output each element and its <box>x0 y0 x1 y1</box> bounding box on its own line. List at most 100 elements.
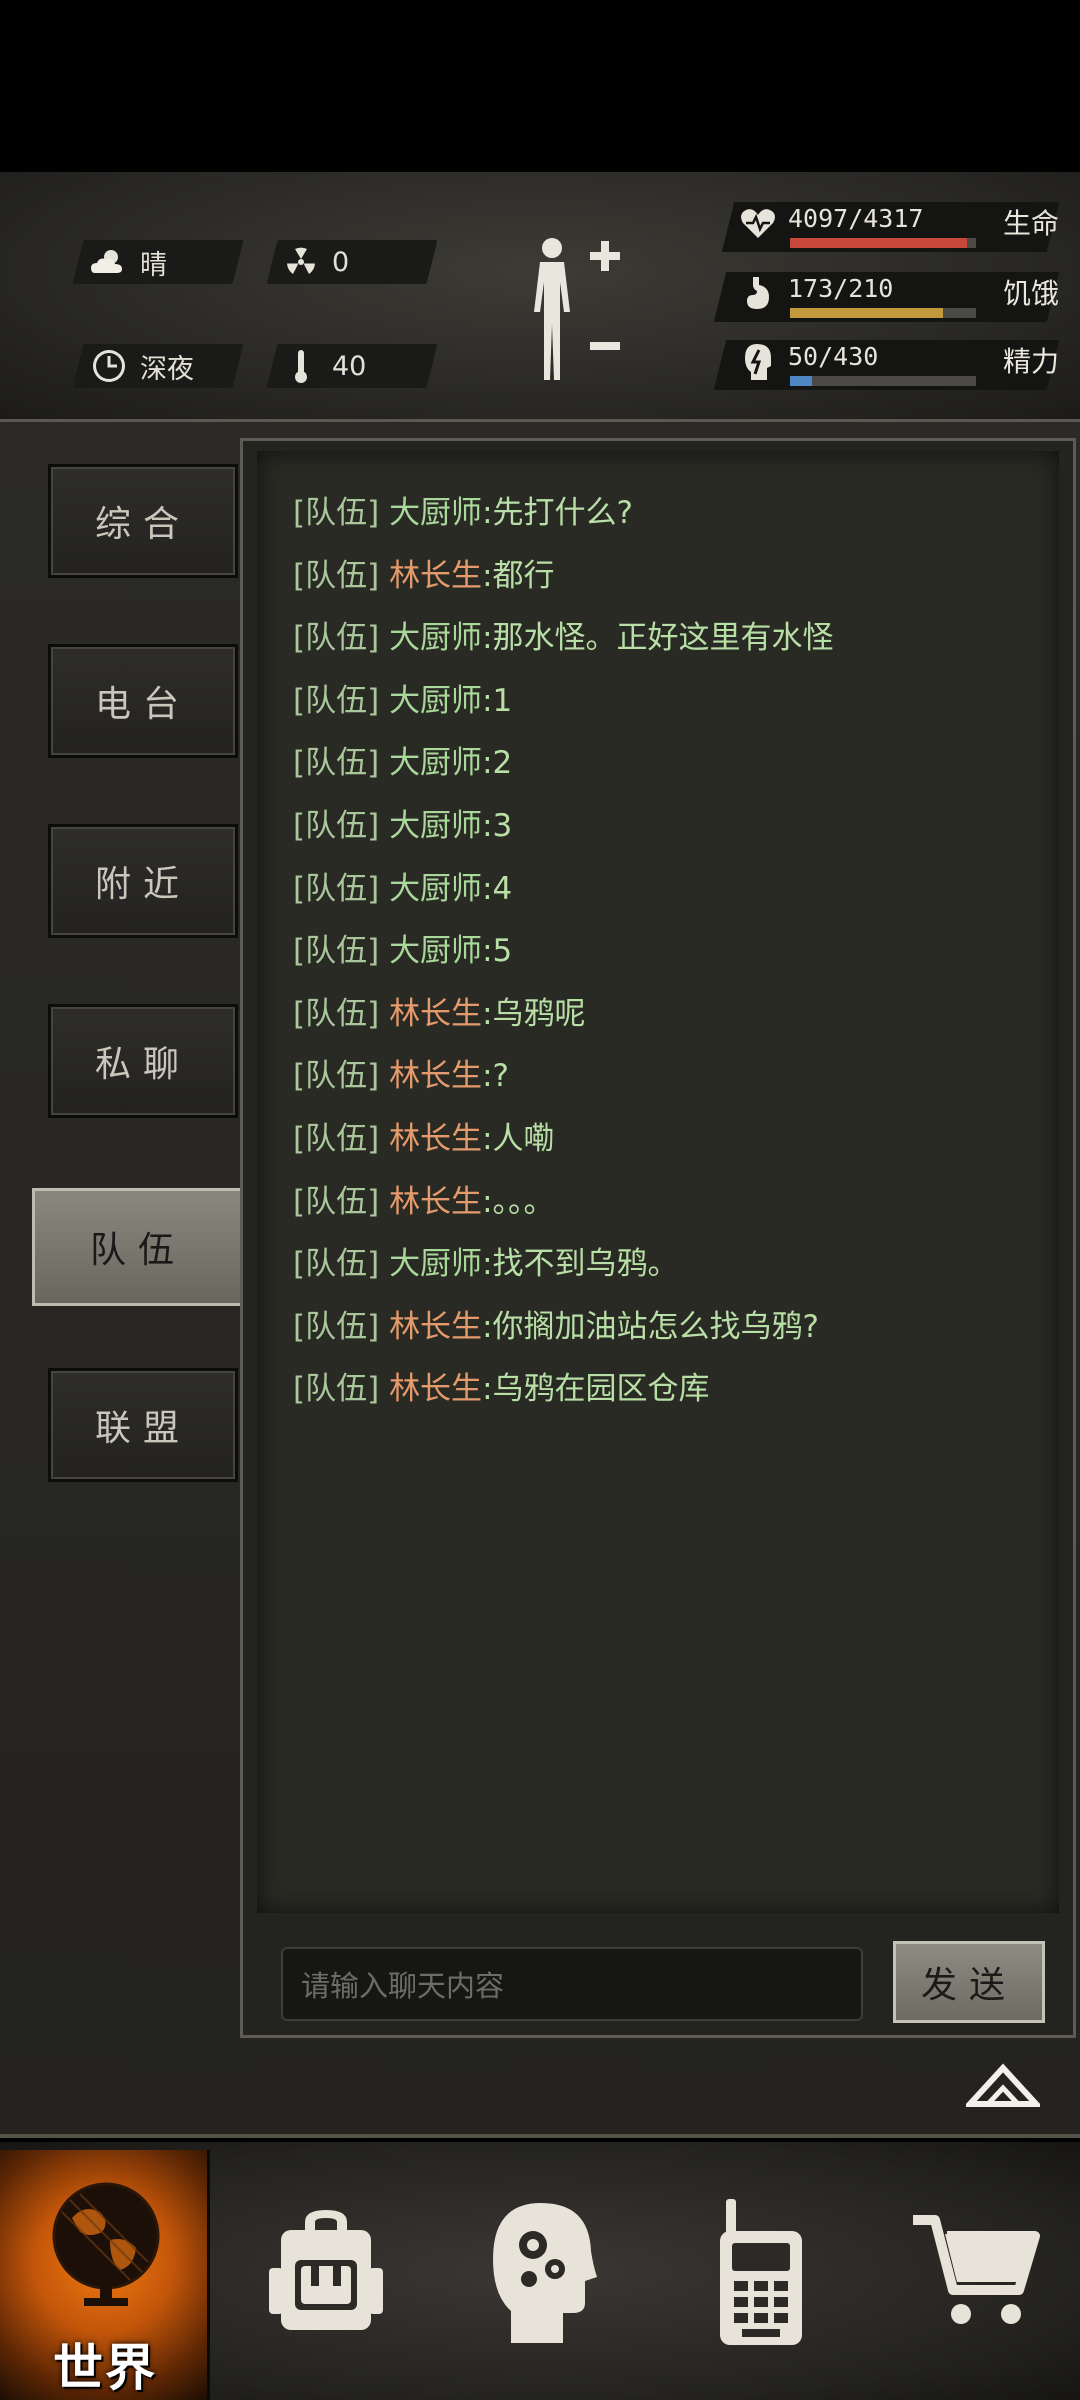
message-channel-tag: [队伍] <box>293 495 380 531</box>
chat-message: [队伍] 大厨师:2 <box>293 737 512 782</box>
body-figure-icon <box>534 238 620 380</box>
thermometer-icon <box>278 344 324 388</box>
tab-private[interactable]: 私聊 <box>48 1004 238 1118</box>
chat-message: [队伍] 林长生:? <box>293 1050 509 1095</box>
message-text: :乌鸦呢 <box>482 995 586 1032</box>
message-text: :? <box>482 1058 509 1095</box>
message-text: :。。。 <box>482 1183 555 1220</box>
tab-nearby[interactable]: 附近 <box>48 824 238 938</box>
message-channel-tag: [队伍] <box>293 1183 380 1220</box>
message-text: :4 <box>482 870 513 907</box>
chat-message: [队伍] 林长生:都行 <box>293 550 555 595</box>
message-sender[interactable]: 大厨师 <box>389 1246 482 1282</box>
health-bar-fill <box>790 238 967 248</box>
message-text: :先打什么? <box>482 495 633 531</box>
message-channel-tag: [队伍] <box>293 1371 380 1408</box>
message-sender[interactable]: 林长生 <box>389 1121 482 1157</box>
hunger-bar-fill <box>790 308 944 318</box>
message-text: :2 <box>482 745 513 782</box>
message-channel-tag: [队伍] <box>293 933 380 970</box>
nav-shop[interactable] <box>906 2182 1046 2362</box>
weather-text: 晴 <box>140 249 167 281</box>
bottom-nav: 世界 <box>0 2142 1080 2400</box>
hunger-value: 173/210 <box>788 274 894 303</box>
message-text: :5 <box>482 933 513 970</box>
clock-icon <box>86 344 132 388</box>
message-channel-tag: [队伍] <box>293 1121 380 1157</box>
message-sender[interactable]: 林长生 <box>389 1309 482 1345</box>
message-sender[interactable]: 大厨师 <box>389 871 482 907</box>
message-channel-tag: [队伍] <box>293 620 380 657</box>
energy-bar-fill <box>790 376 812 386</box>
energy-label: 精力 <box>1003 345 1060 378</box>
nav-backpack[interactable] <box>256 2182 396 2362</box>
globe-icon <box>52 2182 160 2306</box>
skills-head-icon <box>493 2203 597 2343</box>
nav-radio[interactable] <box>690 2182 830 2362</box>
message-sender[interactable]: 大厨师 <box>389 495 482 531</box>
nav-skills[interactable] <box>474 2182 614 2362</box>
chat-message: [队伍] 大厨师:找不到乌鸦。 <box>293 1238 679 1283</box>
chat-input-placeholder: 请输入聊天内容 <box>301 1969 505 2003</box>
health-label: 生命 <box>1003 207 1060 240</box>
temperature-value: 40 <box>332 350 367 382</box>
message-sender[interactable]: 大厨师 <box>389 808 482 844</box>
tab-alliance[interactable]: 联盟 <box>48 1368 238 1482</box>
message-sender[interactable]: 大厨师 <box>389 933 482 969</box>
energy-stat: 50/430 精力 <box>728 338 1068 390</box>
radio-walkie-icon <box>720 2199 802 2345</box>
message-channel-tag: [队伍] <box>293 682 380 719</box>
message-sender[interactable]: 大厨师 <box>389 683 482 719</box>
chat-message: [队伍] 大厨师:那水怪。正好这里有水怪 <box>293 612 834 657</box>
chat-message: [队伍] 林长生:人嘞 <box>293 1113 555 1158</box>
message-channel-tag: [队伍] <box>293 808 380 844</box>
chat-message: [队伍] 林长生:你搁加油站怎么找乌鸦? <box>293 1301 819 1346</box>
hunger-bar-track <box>790 308 976 318</box>
chat-message: [队伍] 大厨师:5 <box>293 925 512 970</box>
tab-radio[interactable]: 电台 <box>48 644 238 758</box>
message-sender[interactable]: 林长生 <box>389 1184 482 1220</box>
temperature-chip: 40 <box>278 344 366 388</box>
weather-chip: 晴 <box>86 240 167 284</box>
tab-team[interactable]: 队伍 <box>32 1188 244 1306</box>
tab-general[interactable]: 综合 <box>48 464 238 578</box>
message-channel-tag: [队伍] <box>293 557 380 594</box>
message-text: :你搁加油站怎么找乌鸦? <box>482 1308 819 1345</box>
message-channel-tag: [队伍] <box>293 995 380 1032</box>
message-sender[interactable]: 林长生 <box>389 1058 482 1094</box>
body-status-button[interactable] <box>520 232 630 382</box>
message-text: :人嘞 <box>482 1121 555 1157</box>
message-text: :3 <box>482 808 513 844</box>
collapse-up-icon[interactable] <box>963 2062 1043 2108</box>
chat-message: [队伍] 林长生:乌鸦呢 <box>293 988 586 1033</box>
shop-cart-icon <box>913 2215 1040 2324</box>
cloud-sun-icon <box>86 240 132 284</box>
chat-message: [队伍] 大厨师:4 <box>293 863 512 908</box>
message-sender[interactable]: 大厨师 <box>389 620 482 656</box>
message-text: :乌鸦在园区仓库 <box>482 1371 710 1408</box>
backpack-icon <box>269 2210 383 2330</box>
message-text: :1 <box>482 682 513 719</box>
message-sender[interactable]: 林长生 <box>389 996 482 1032</box>
top-blank-band <box>0 0 1080 172</box>
send-button[interactable]: 发送 <box>893 1941 1045 2023</box>
hunger-label: 饥饿 <box>1003 277 1060 310</box>
chat-window: [队伍] 大厨师:先打什么? [队伍] 林长生:都行 [队伍] 大厨师:那水怪。正好… <box>240 438 1076 2038</box>
message-channel-tag: [队伍] <box>293 1308 380 1345</box>
time-chip: 深夜 <box>86 344 194 388</box>
chat-message: [队伍] 大厨师:3 <box>293 800 512 845</box>
status-header: 晴 0 深夜 40 4097/4317 生命 173/210 饥饿 50/430… <box>0 172 1080 422</box>
nav-world[interactable]: 世界 <box>0 2150 210 2400</box>
stomach-icon <box>738 272 778 316</box>
chat-input[interactable]: 请输入聊天内容 <box>281 1947 863 2021</box>
energy-bar-track <box>790 376 976 386</box>
radiation-value: 0 <box>332 246 350 278</box>
message-list[interactable]: [队伍] 大厨师:先打什么? [队伍] 林长生:都行 [队伍] 大厨师:那水怪。正好… <box>257 451 1059 1913</box>
message-sender[interactable]: 林长生 <box>389 1371 482 1407</box>
chat-message: [队伍] 林长生:乌鸦在园区仓库 <box>293 1363 710 1408</box>
hunger-stat: 173/210 饥饿 <box>728 270 1068 322</box>
message-text: :那水怪。正好这里有水怪 <box>482 620 834 657</box>
message-sender[interactable]: 大厨师 <box>389 745 482 781</box>
message-sender[interactable]: 林长生 <box>389 558 482 594</box>
message-channel-tag: [队伍] <box>293 1058 380 1095</box>
